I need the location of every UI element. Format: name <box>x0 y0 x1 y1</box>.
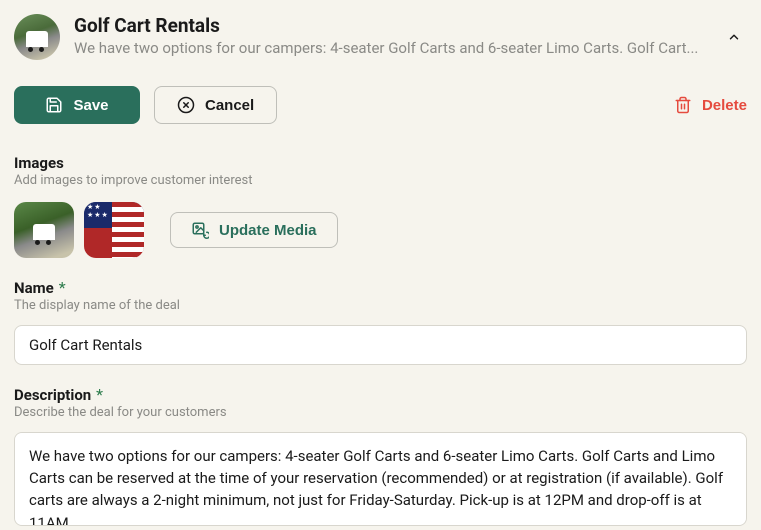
save-icon <box>45 96 63 114</box>
update-media-button[interactable]: Update Media <box>170 212 338 248</box>
required-indicator: * <box>55 278 66 297</box>
delete-button[interactable]: Delete <box>674 96 747 114</box>
images-hint: Add images to improve customer interest <box>14 173 747 188</box>
name-label: Name <box>14 279 54 297</box>
collapse-button[interactable] <box>725 28 743 46</box>
save-button[interactable]: Save <box>14 86 140 124</box>
cancel-label: Cancel <box>205 97 254 114</box>
chevron-up-icon <box>727 30 741 44</box>
save-label: Save <box>73 97 108 114</box>
delete-label: Delete <box>702 97 747 114</box>
description-section: Description * Describe the deal for your… <box>14 385 747 530</box>
required-indicator: * <box>92 385 103 404</box>
deal-header: Golf Cart Rentals We have two options fo… <box>14 14 747 60</box>
description-label: Description <box>14 386 91 404</box>
update-media-label: Update Media <box>219 222 317 239</box>
cancel-button[interactable]: Cancel <box>154 86 277 124</box>
images-label: Images <box>14 154 747 172</box>
description-hint: Describe the deal for your customers <box>14 405 747 420</box>
images-section: Images Add images to improve customer in… <box>14 154 747 258</box>
deal-avatar <box>14 14 60 60</box>
close-circle-icon <box>177 96 195 114</box>
name-section: Name * The display name of the deal <box>14 278 747 365</box>
deal-short-description: We have two options for our campers: 4-s… <box>74 39 747 57</box>
description-textarea[interactable] <box>14 432 747 526</box>
images-row: Update Media <box>14 202 747 258</box>
name-hint: The display name of the deal <box>14 298 747 313</box>
action-row: Save Cancel Delete <box>14 86 747 124</box>
image-thumbnail[interactable] <box>84 202 144 258</box>
image-refresh-icon <box>191 221 209 239</box>
trash-icon <box>674 96 692 114</box>
name-input[interactable] <box>14 325 747 365</box>
image-thumbnail[interactable] <box>14 202 74 258</box>
deal-header-text: Golf Cart Rentals We have two options fo… <box>74 14 747 57</box>
deal-title: Golf Cart Rentals <box>74 14 747 38</box>
